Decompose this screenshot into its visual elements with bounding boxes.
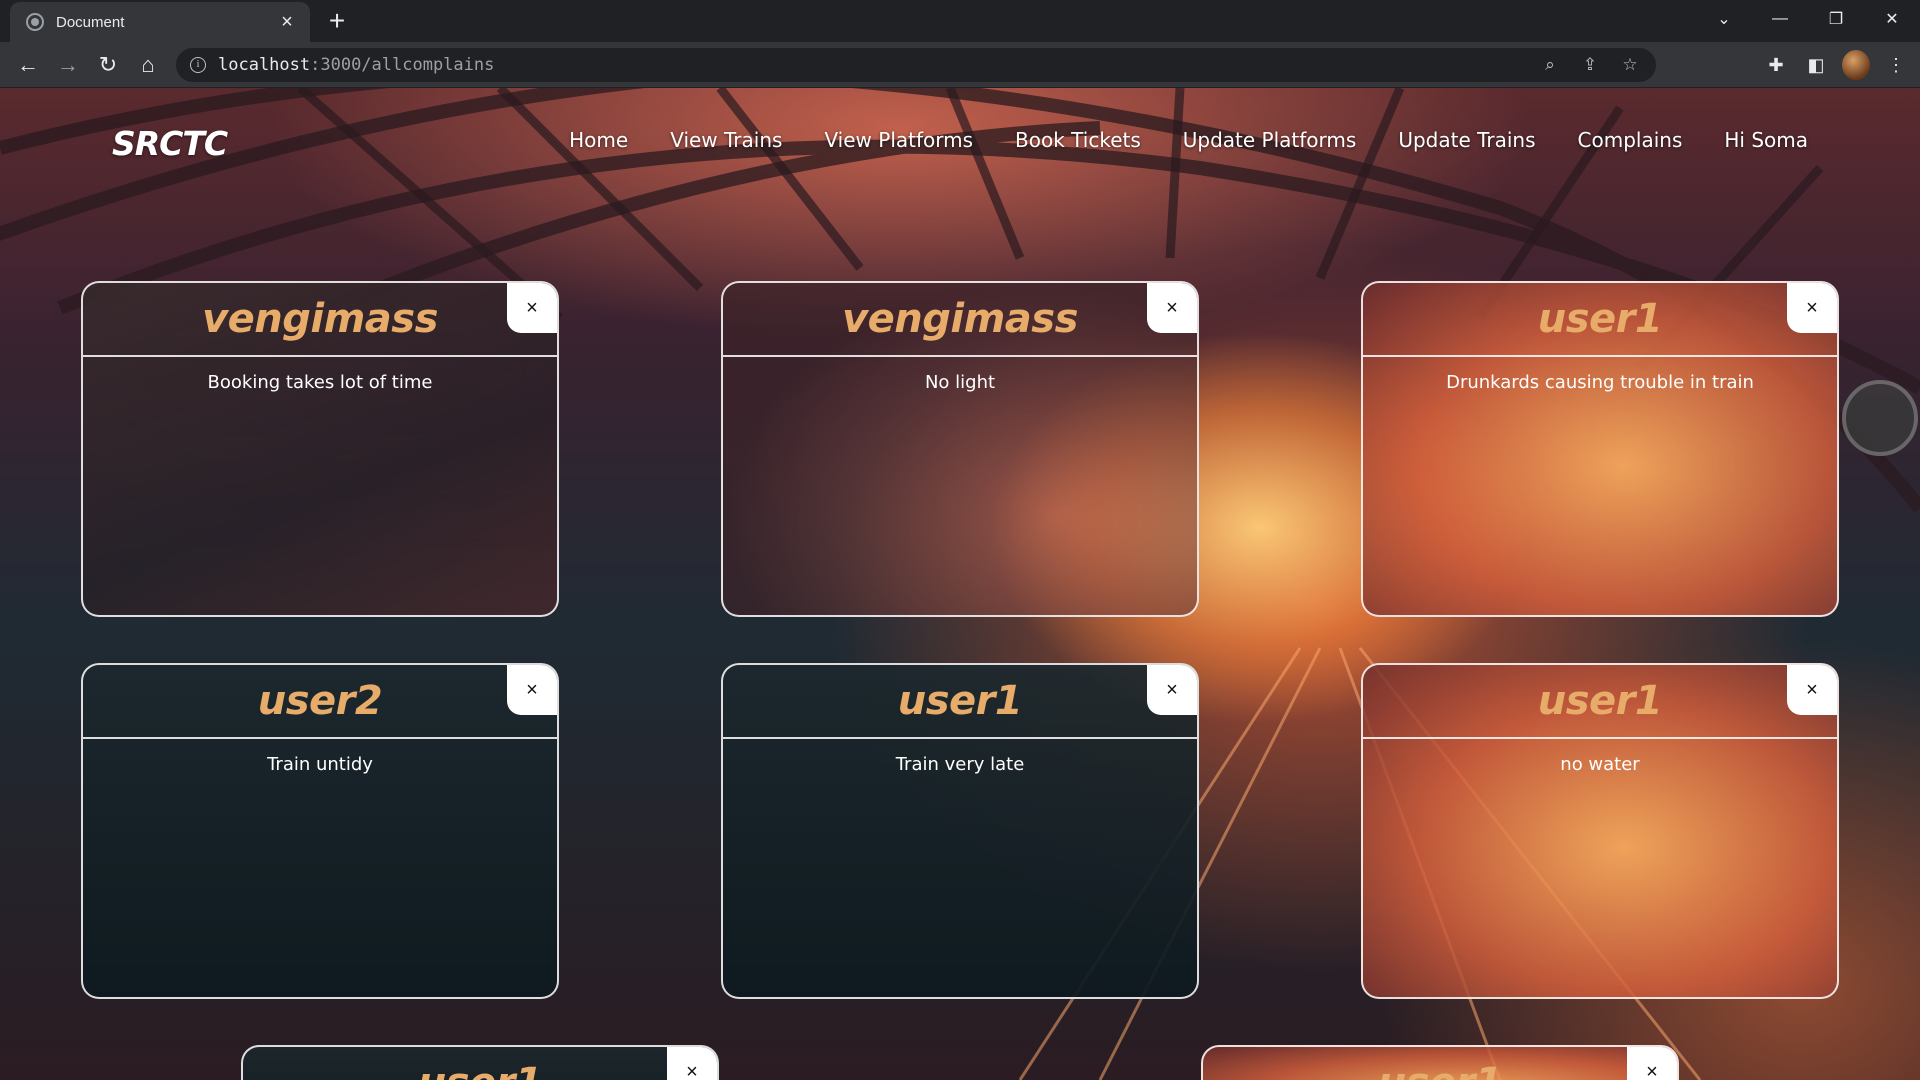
nav-links: Home View Trains View Platforms Book Tic… bbox=[569, 128, 1808, 152]
complaint-card: vengimass No light × bbox=[721, 281, 1199, 617]
complaint-card-header: user1 bbox=[1203, 1047, 1677, 1080]
complaint-text: Train very late bbox=[895, 754, 1025, 775]
complaint-card-header: user1 bbox=[1363, 665, 1837, 739]
forward-arrow-icon[interactable]: → bbox=[54, 51, 82, 79]
complaint-card-header: user2 bbox=[83, 665, 557, 739]
nav-user-greeting[interactable]: Hi Soma bbox=[1724, 128, 1808, 152]
nav-view-trains[interactable]: View Trains bbox=[670, 128, 782, 152]
url-path: :3000/allcomplains bbox=[310, 55, 495, 75]
complaint-text: Drunkards causing trouble in train bbox=[1446, 372, 1754, 393]
new-tab-button[interactable]: + bbox=[322, 7, 352, 35]
delete-complaint-button[interactable]: × bbox=[1147, 665, 1197, 715]
complaint-card: user1 Train very late × bbox=[721, 663, 1199, 999]
tab-search-icon[interactable]: ⌄ bbox=[1696, 0, 1752, 38]
nav-view-platforms[interactable]: View Platforms bbox=[824, 128, 973, 152]
complaint-username: user1 bbox=[897, 678, 1023, 724]
delete-complaint-button[interactable]: × bbox=[507, 283, 557, 333]
browser-tab[interactable]: Document × bbox=[10, 2, 310, 42]
complaint-card: user1 × bbox=[1201, 1045, 1679, 1080]
restore-button[interactable]: ❐ bbox=[1808, 0, 1864, 38]
minimize-button[interactable]: — bbox=[1752, 0, 1808, 38]
nav-complains[interactable]: Complains bbox=[1578, 128, 1683, 152]
url-text[interactable]: localhost:3000/allcomplains bbox=[218, 55, 494, 75]
complaint-card: user1 Drunkards causing trouble in train… bbox=[1361, 281, 1839, 617]
delete-complaint-button[interactable]: × bbox=[507, 665, 557, 715]
extensions-puzzle-icon[interactable]: ✚ bbox=[1762, 50, 1790, 80]
delete-complaint-button[interactable]: × bbox=[667, 1047, 717, 1080]
complaint-username: vengimass bbox=[842, 296, 1078, 342]
complaint-card: vengimass Booking takes lot of time × bbox=[81, 281, 559, 617]
complaint-username: user2 bbox=[257, 678, 383, 724]
site-navbar: SRCTC Home View Trains View Platforms Bo… bbox=[0, 88, 1920, 168]
delete-complaint-button[interactable]: × bbox=[1787, 665, 1837, 715]
nav-update-platforms[interactable]: Update Platforms bbox=[1183, 128, 1357, 152]
complaint-text: Booking takes lot of time bbox=[207, 372, 433, 393]
complaint-card: user1 × bbox=[241, 1045, 719, 1080]
complaint-card: user1 no water × bbox=[1361, 663, 1839, 999]
site-info-icon[interactable]: i bbox=[190, 57, 206, 73]
browser-toolbar: ← → ↻ ⌂ i localhost:3000/allcomplains ⌕ … bbox=[0, 42, 1920, 88]
profile-avatar[interactable] bbox=[1842, 50, 1870, 80]
complaint-username: user1 bbox=[1537, 678, 1663, 724]
page-viewport: SRCTC Home View Trains View Platforms Bo… bbox=[0, 88, 1920, 1080]
complaint-username: user1 bbox=[1378, 1060, 1503, 1080]
address-bar[interactable]: i localhost:3000/allcomplains ⌕ ⇪ ☆ bbox=[176, 48, 1656, 82]
complaint-text: Train untidy bbox=[267, 754, 373, 775]
complaint-card-header: vengimass bbox=[83, 283, 557, 357]
close-window-button[interactable]: ✕ bbox=[1864, 0, 1920, 38]
back-arrow-icon[interactable]: ← bbox=[14, 51, 42, 79]
complaint-username: user1 bbox=[418, 1060, 543, 1080]
nav-book-tickets[interactable]: Book Tickets bbox=[1015, 128, 1141, 152]
tab-title: Document bbox=[56, 13, 125, 31]
complaint-card-header: user1 bbox=[243, 1047, 717, 1080]
complaint-username: vengimass bbox=[202, 296, 438, 342]
complaint-card-header: user1 bbox=[723, 665, 1197, 739]
side-panel-icon[interactable]: ◧ bbox=[1802, 50, 1830, 80]
nav-update-trains[interactable]: Update Trains bbox=[1398, 128, 1535, 152]
complaint-card-header: vengimass bbox=[723, 283, 1197, 357]
browser-tab-bar: Document × + ⌄ — ❐ ✕ bbox=[0, 0, 1920, 42]
menu-kebab-icon[interactable]: ⋮ bbox=[1882, 50, 1910, 80]
tab-close-button[interactable]: × bbox=[276, 12, 298, 32]
delete-complaint-button[interactable]: × bbox=[1627, 1047, 1677, 1080]
delete-complaint-button[interactable]: × bbox=[1147, 283, 1197, 333]
reload-icon[interactable]: ↻ bbox=[94, 51, 122, 79]
complaint-text: No light bbox=[924, 372, 996, 393]
delete-complaint-button[interactable]: × bbox=[1787, 283, 1837, 333]
bookmark-star-icon[interactable]: ☆ bbox=[1616, 55, 1644, 75]
home-icon[interactable]: ⌂ bbox=[134, 51, 162, 79]
share-icon[interactable]: ⇪ bbox=[1576, 55, 1604, 75]
complaint-card: user2 Train untidy × bbox=[81, 663, 559, 999]
zoom-icon[interactable]: ⌕ bbox=[1536, 55, 1564, 75]
complaint-text: no water bbox=[1560, 754, 1640, 775]
window-controls: ⌄ — ❐ ✕ bbox=[1696, 0, 1920, 42]
complaint-card-header: user1 bbox=[1363, 283, 1837, 357]
globe-icon bbox=[26, 13, 44, 31]
site-logo[interactable]: SRCTC bbox=[112, 124, 228, 163]
complaint-username: user1 bbox=[1537, 296, 1663, 342]
nav-home[interactable]: Home bbox=[569, 128, 628, 152]
url-host: localhost bbox=[218, 55, 311, 75]
